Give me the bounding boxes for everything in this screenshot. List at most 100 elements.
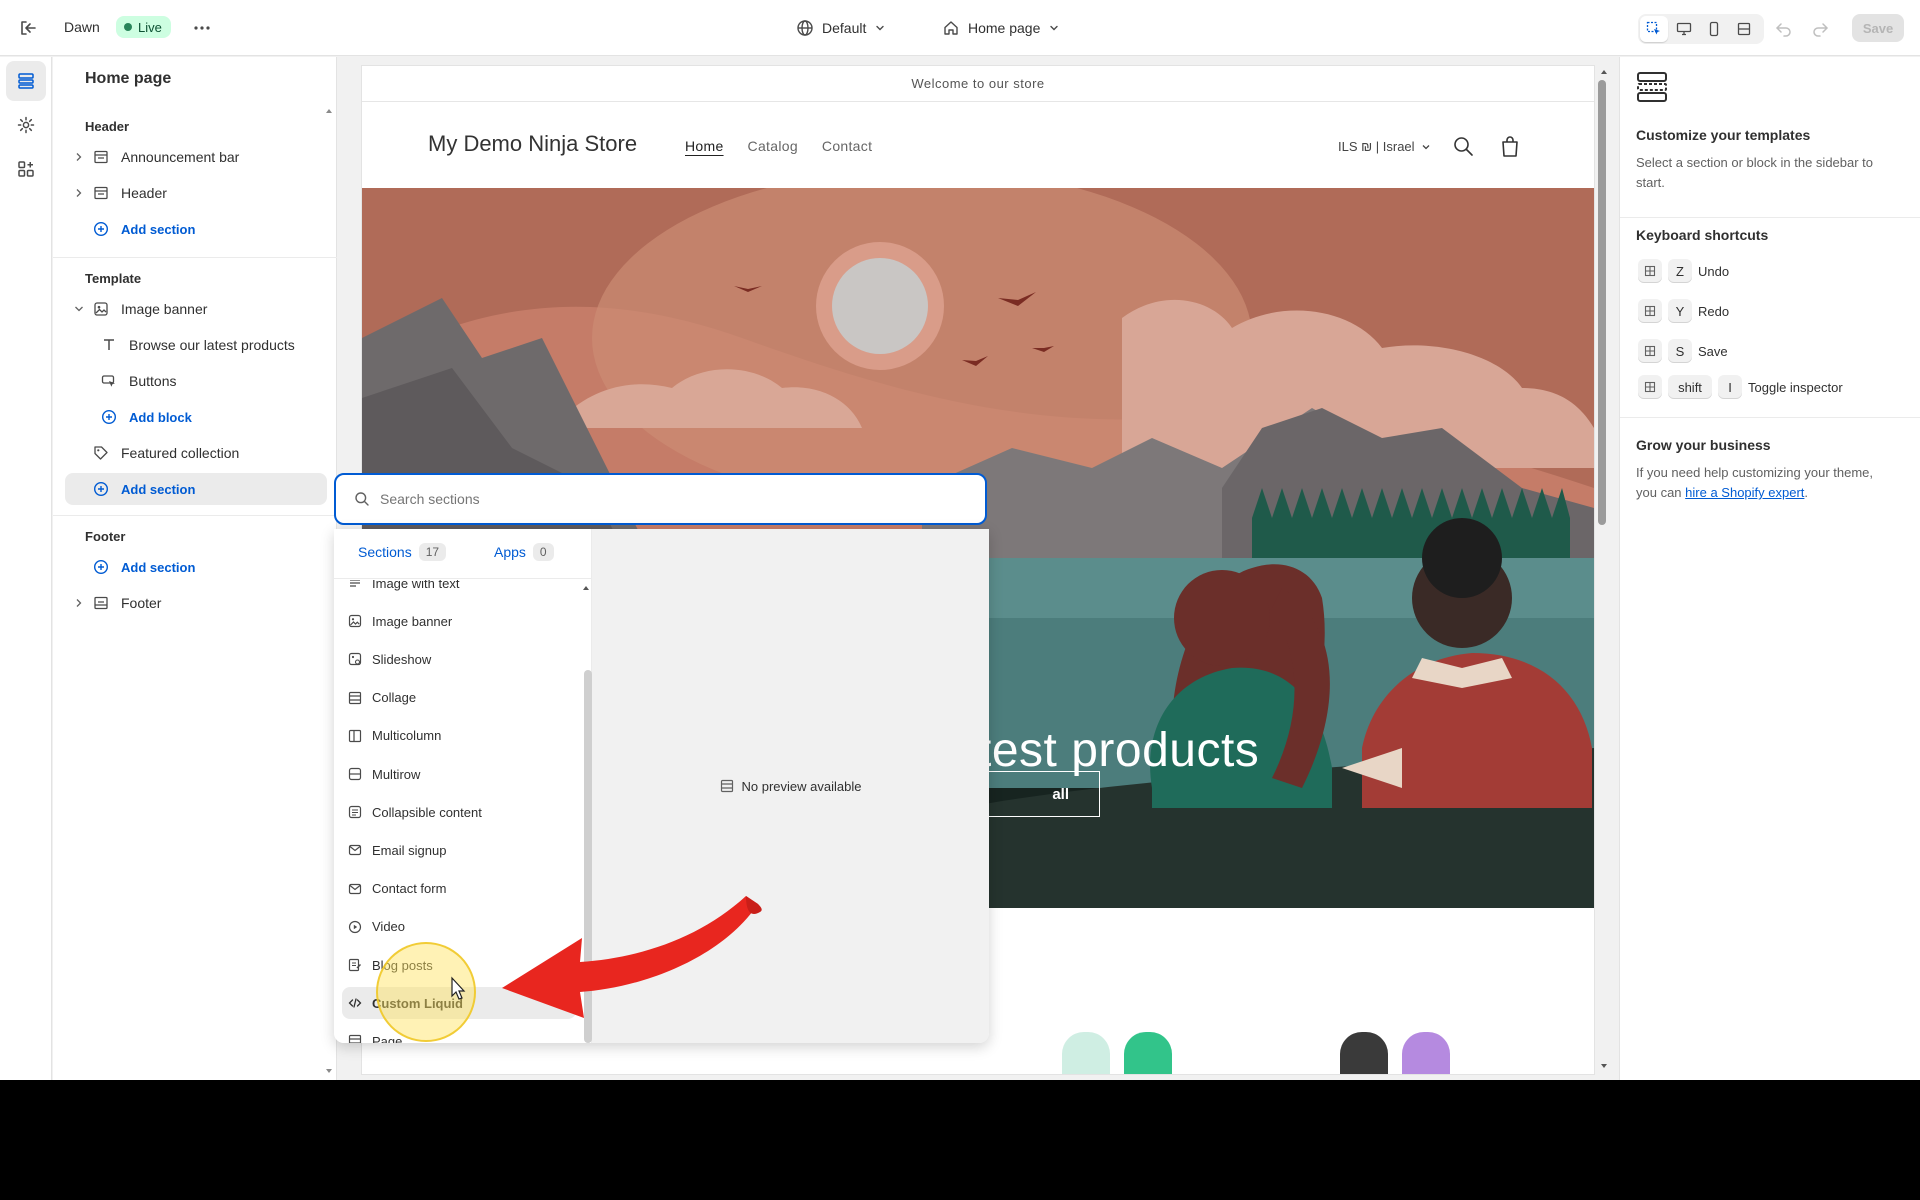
section-option-video[interactable]: Video [342,911,576,943]
section-option-multicolumn[interactable]: Multicolumn [342,720,576,752]
sidebar-item-image-banner[interactable]: Image banner [65,293,327,325]
block-item-heading[interactable]: Browse our latest products [93,329,327,361]
sidebar-item-featured-collection[interactable]: Featured collection [65,437,327,469]
tab-label: Sections [358,544,412,560]
cart-icon[interactable] [1498,135,1522,162]
panel-title: Customize your templates [1636,127,1811,143]
add-section-footer-button[interactable]: Add section [65,551,327,583]
banner-heading[interactable]: test products [978,723,1259,778]
hire-expert-link[interactable]: hire a Shopify expert [1685,485,1804,500]
exit-icon[interactable] [16,16,40,40]
status-dot-icon [124,23,132,31]
columns-icon [348,729,362,743]
key-cap: S [1668,339,1692,363]
section-option-multirow[interactable]: Multirow [342,758,576,790]
tab-apps[interactable]: Apps 0 [494,543,554,561]
sidebar-item-label: Announcement bar [121,149,240,165]
currency-label: ILS ₪ | Israel [1338,139,1415,154]
mobile-view-icon[interactable] [1700,16,1728,42]
add-section-template-button[interactable]: Add section [65,473,327,505]
redo-icon[interactable] [1808,16,1832,40]
template-group-label: Template [85,271,142,286]
plus-circle-icon [91,557,111,577]
email-icon [348,882,362,896]
chevron-down-icon [1421,142,1431,152]
cursor-highlight [376,942,476,1042]
shortcut-redo: Y Redo [1638,299,1729,323]
section-option-collapsible-content[interactable]: Collapsible content [342,796,576,828]
section-layout-icon [91,147,111,167]
chevron-right-icon[interactable] [73,598,85,608]
shortcut-label: Undo [1698,263,1730,279]
fullscreen-view-icon[interactable] [1730,16,1758,42]
chevron-down-icon[interactable] [73,305,85,313]
section-option-email-signup[interactable]: Email signup [342,834,576,866]
preview-scrollbar-thumb[interactable] [1598,80,1606,525]
shortcuts-title: Keyboard shortcuts [1636,227,1769,243]
search-sections-input[interactable] [380,491,940,507]
store-logo-text[interactable]: My Demo Ninja Store [428,131,637,157]
save-button[interactable]: Save [1852,14,1904,42]
section-option-label: Contact form [372,881,447,897]
slideshow-icon [348,652,362,666]
inspector-select-icon[interactable] [1640,16,1668,42]
product-image[interactable] [1062,1032,1110,1074]
section-list-scrollbar-thumb[interactable] [584,670,592,1043]
chevron-right-icon[interactable] [73,188,85,198]
sidebar-item-footer[interactable]: Footer [65,587,327,619]
sidebar-item-label: Featured collection [121,445,240,461]
currency-selector[interactable]: ILS ₪ | Israel [1338,139,1431,154]
app-embeds-icon[interactable] [6,149,46,189]
tab-label: Apps [494,544,526,560]
section-option-contact-form[interactable]: Contact form [342,873,576,905]
theme-settings-icon[interactable] [6,105,46,145]
viewport-toggle [1638,14,1764,44]
announcement-bar[interactable]: Welcome to our store [362,66,1594,102]
section-option-slideshow[interactable]: Slideshow [342,643,576,675]
section-option-image-with-text[interactable]: Image with text [342,580,576,599]
home-icon [942,19,960,37]
page-icon [348,1034,362,1043]
block-item-buttons[interactable]: Buttons [93,365,327,397]
sidebar-item-header[interactable]: Header [65,177,327,209]
page-selector[interactable]: Home page [942,14,1060,42]
product-image[interactable] [1340,1032,1388,1074]
rows-icon [348,767,362,781]
nav-link-contact[interactable]: Contact [822,138,872,154]
store-header[interactable]: My Demo Ninja Store Home Catalog Contact… [362,103,1594,188]
command-key-icon [1638,339,1662,363]
tab-sections[interactable]: Sections 17 [358,543,447,561]
search-icon[interactable] [1452,135,1474,160]
divider [53,515,337,516]
section-option-image-banner[interactable]: Image banner [342,605,576,637]
section-search-box[interactable] [334,473,987,525]
section-option-collage[interactable]: Collage [342,682,576,714]
theme-name: Dawn [64,19,100,35]
block-item-label: Browse our latest products [129,337,295,353]
image-text-icon [348,580,362,590]
play-icon [348,920,362,934]
product-image[interactable] [1124,1032,1172,1074]
blog-icon [348,958,362,972]
theme-variant-selector[interactable]: Default [796,14,886,42]
undo-icon[interactable] [1772,16,1796,40]
section-option-label: Video [372,919,406,935]
more-actions-icon[interactable] [190,16,214,40]
product-image[interactable] [1402,1032,1450,1074]
grow-title: Grow your business [1636,437,1771,453]
add-block-button[interactable]: Add block [93,401,327,433]
section-option-label: Email signup [372,842,447,858]
section-layout-icon [91,183,111,203]
divider [53,257,337,258]
sections-icon[interactable] [6,61,46,101]
add-section-label: Add section [121,221,196,237]
desktop-view-icon[interactable] [1670,16,1698,42]
button-pointer-icon [99,371,119,391]
search-icon [354,491,370,507]
chevron-right-icon[interactable] [73,152,85,162]
sidebar-item-announcement-bar[interactable]: Announcement bar [65,141,327,173]
nav-link-catalog[interactable]: Catalog [748,138,798,154]
shortcut-toggle-inspector: shift I Toggle inspector [1638,375,1843,399]
nav-link-home[interactable]: Home [685,138,724,154]
add-section-header-button[interactable]: Add section [65,213,327,245]
